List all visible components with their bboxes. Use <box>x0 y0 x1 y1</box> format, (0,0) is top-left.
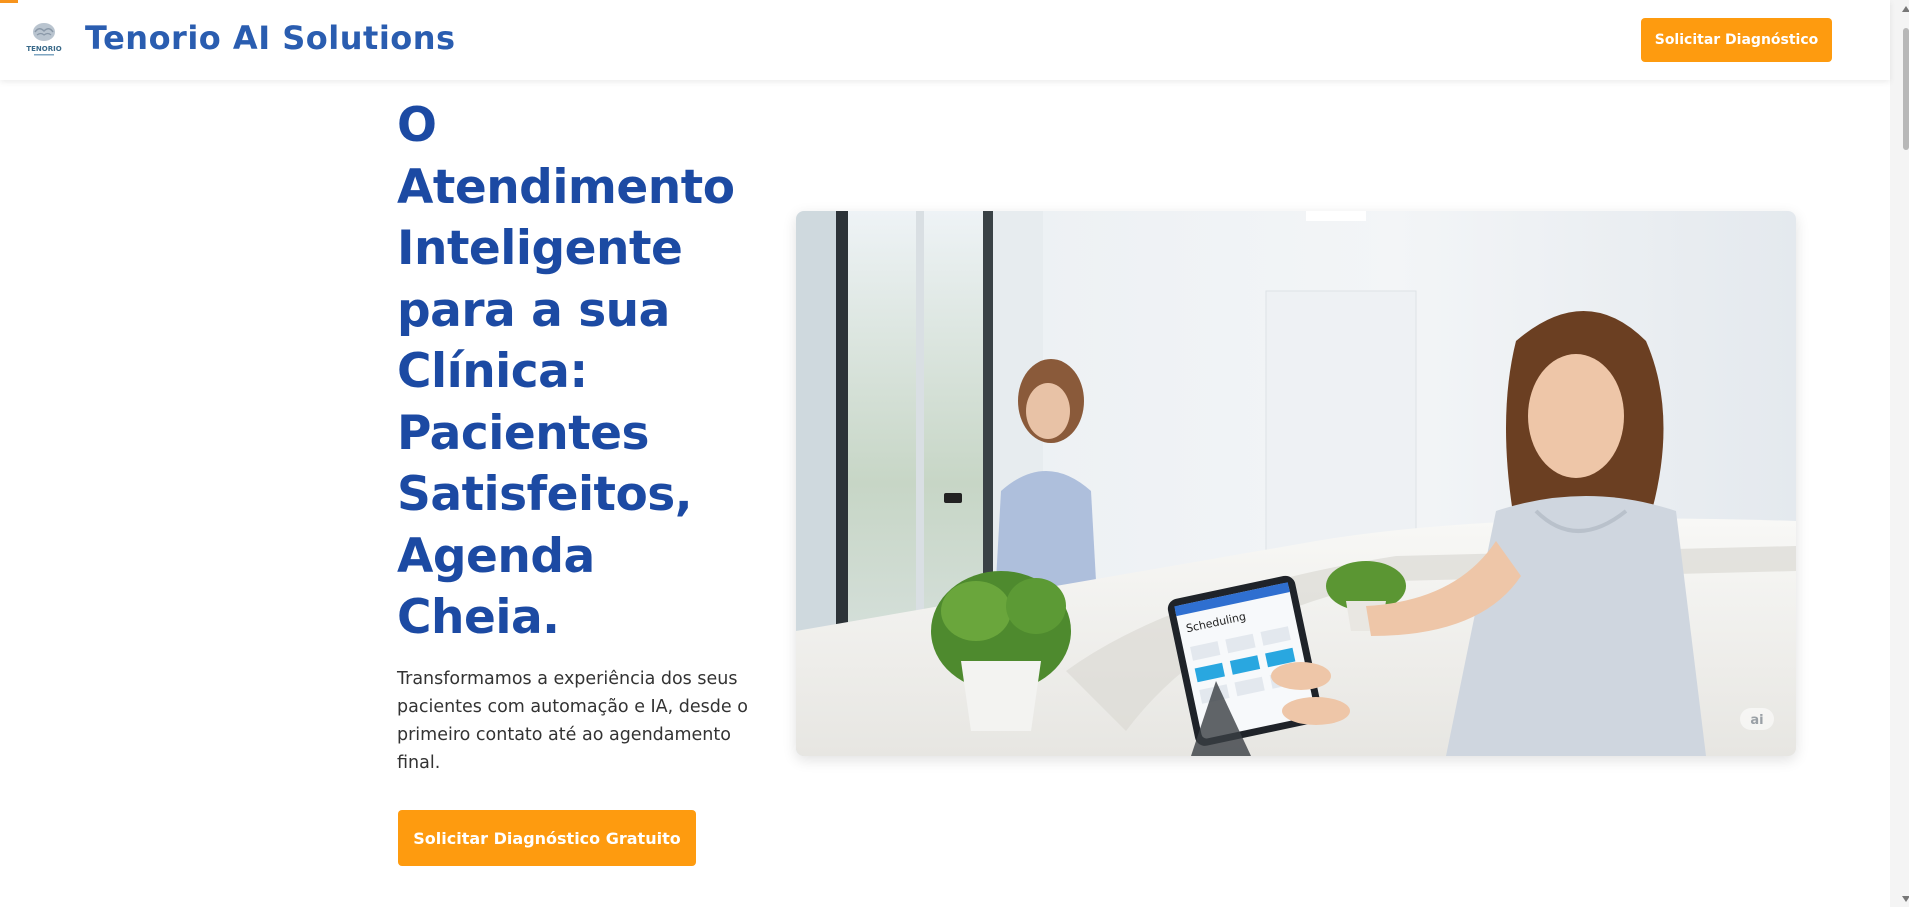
hero-image: Scheduling ai <box>796 211 1796 756</box>
image-watermark: ai <box>1750 713 1763 728</box>
top-accent-bar <box>0 0 18 3</box>
brain-logo-icon[interactable]: TENORIO <box>26 20 62 58</box>
scroll-down-arrow-icon[interactable] <box>1902 896 1909 902</box>
scroll-up-arrow-icon[interactable] <box>1902 6 1909 12</box>
logo-text: TENORIO <box>26 45 61 53</box>
scrollbar-thumb[interactable] <box>1903 28 1909 150</box>
hero-diagnostic-button[interactable]: Solicitar Diagnóstico Gratuito <box>398 810 696 866</box>
header-diagnostic-button[interactable]: Solicitar Diagnóstico <box>1641 18 1832 62</box>
hero-subtext: Transformamos a experiência dos seus pac… <box>397 669 748 773</box>
site-header: TENORIO Tenorio AI Solutions Solicitar D… <box>0 0 1890 80</box>
brand-name[interactable]: Tenorio AI Solutions <box>85 19 456 57</box>
hero-headline: O Atendimento Inteligente para a sua Clí… <box>397 98 735 645</box>
